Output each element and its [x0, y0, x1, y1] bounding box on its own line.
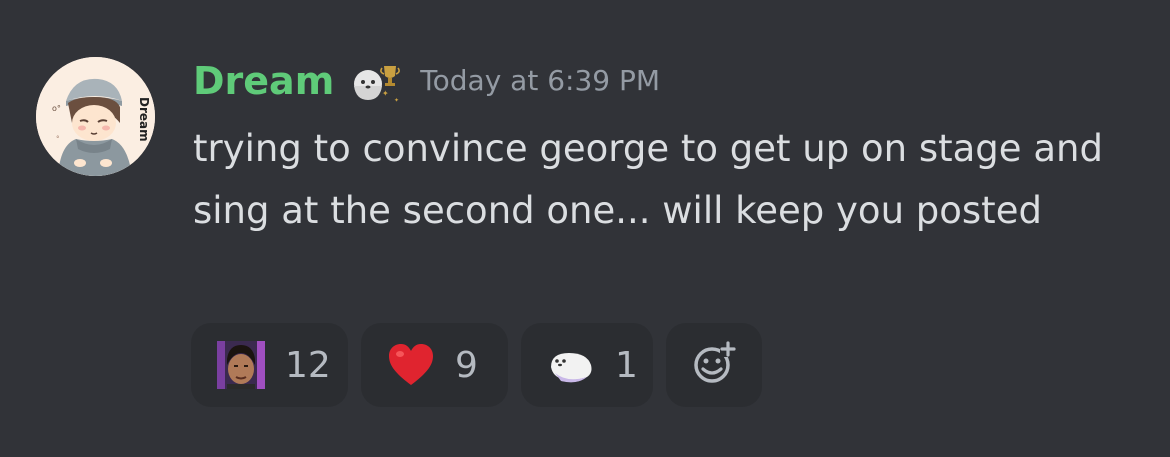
- ghost-trophy-icon[interactable]: ✦ ✦: [348, 56, 404, 106]
- user-avatar[interactable]: o° ° Dream: [36, 57, 155, 176]
- custom-ghost-emoji: [547, 341, 595, 389]
- username[interactable]: Dream: [193, 62, 334, 100]
- svg-text:°: °: [56, 135, 60, 143]
- reaction-count: 9: [455, 344, 478, 386]
- svg-text:✦: ✦: [382, 89, 389, 98]
- svg-text:o°: o°: [52, 104, 61, 113]
- reaction-red-heart[interactable]: 9: [361, 323, 508, 407]
- chat-message: o° ° Dream Dream ✦ ✦ Today at 6:39 PM tr…: [0, 0, 1170, 457]
- avatar-illustration: o° ° Dream: [36, 57, 155, 176]
- message-header: Dream ✦ ✦ Today at 6:39 PM: [193, 54, 660, 108]
- avatar-name-text: Dream: [137, 97, 151, 142]
- add-reaction-icon: [692, 341, 736, 389]
- add-reaction-button[interactable]: [666, 323, 762, 407]
- reaction-count: 12: [285, 344, 331, 386]
- reaction-count: 1: [615, 344, 638, 386]
- reactions-bar: 12 9 1: [191, 323, 762, 407]
- reaction-custom-face[interactable]: 12: [191, 323, 348, 407]
- red-heart-emoji: [387, 341, 435, 389]
- message-content: trying to convince george to get up on s…: [193, 127, 1103, 232]
- reaction-custom-ghost[interactable]: 1: [521, 323, 653, 407]
- custom-face-emoji: [217, 341, 265, 389]
- svg-text:✦: ✦: [394, 97, 399, 104]
- message-timestamp[interactable]: Today at 6:39 PM: [420, 67, 660, 95]
